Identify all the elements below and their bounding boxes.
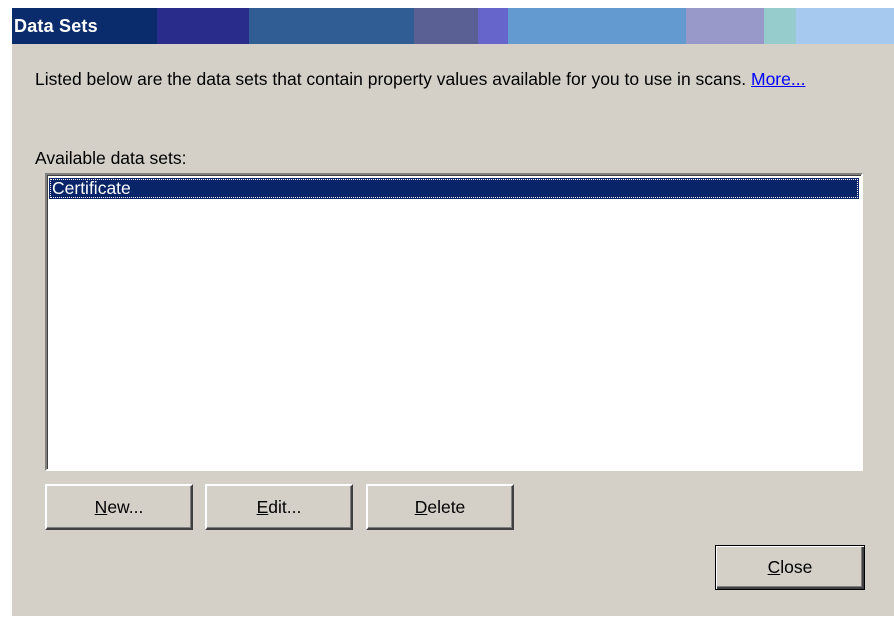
data-sets-dialog: Data Sets Listed below are the data sets… — [12, 8, 894, 616]
new-button-mnemonic: N — [94, 496, 108, 517]
description: Listed below are the data sets that cont… — [35, 68, 871, 90]
description-text: Listed below are the data sets that cont… — [35, 69, 747, 89]
delete-button-label: elete — [427, 496, 466, 517]
title-band — [249, 8, 414, 44]
edit-button-label: dit... — [268, 496, 302, 517]
close-button-mnemonic: C — [767, 557, 781, 577]
data-sets-listbox[interactable]: Certificate — [45, 173, 863, 471]
title-band — [686, 8, 764, 44]
close-button[interactable]: Close — [715, 545, 865, 590]
title-band — [508, 8, 686, 44]
window-title: Data Sets — [14, 16, 98, 36]
edit-button-mnemonic: E — [256, 496, 269, 517]
title-band — [478, 8, 508, 44]
title-band — [764, 8, 796, 44]
list-item-label: Certificate — [52, 178, 131, 198]
close-button-label: lose — [780, 557, 813, 577]
title-band — [796, 8, 894, 44]
list-item[interactable]: Certificate — [49, 178, 859, 199]
more-link[interactable]: More... — [751, 69, 805, 89]
list-label: Available data sets: — [35, 148, 187, 168]
delete-button[interactable]: Delete — [366, 484, 514, 530]
delete-button-mnemonic: D — [414, 496, 428, 517]
title-bar: Data Sets — [12, 8, 894, 44]
new-button-label: ew... — [107, 496, 144, 517]
title-band — [414, 8, 478, 44]
new-button[interactable]: New... — [45, 484, 193, 530]
title-band — [157, 8, 249, 44]
edit-button[interactable]: Edit... — [205, 484, 353, 530]
